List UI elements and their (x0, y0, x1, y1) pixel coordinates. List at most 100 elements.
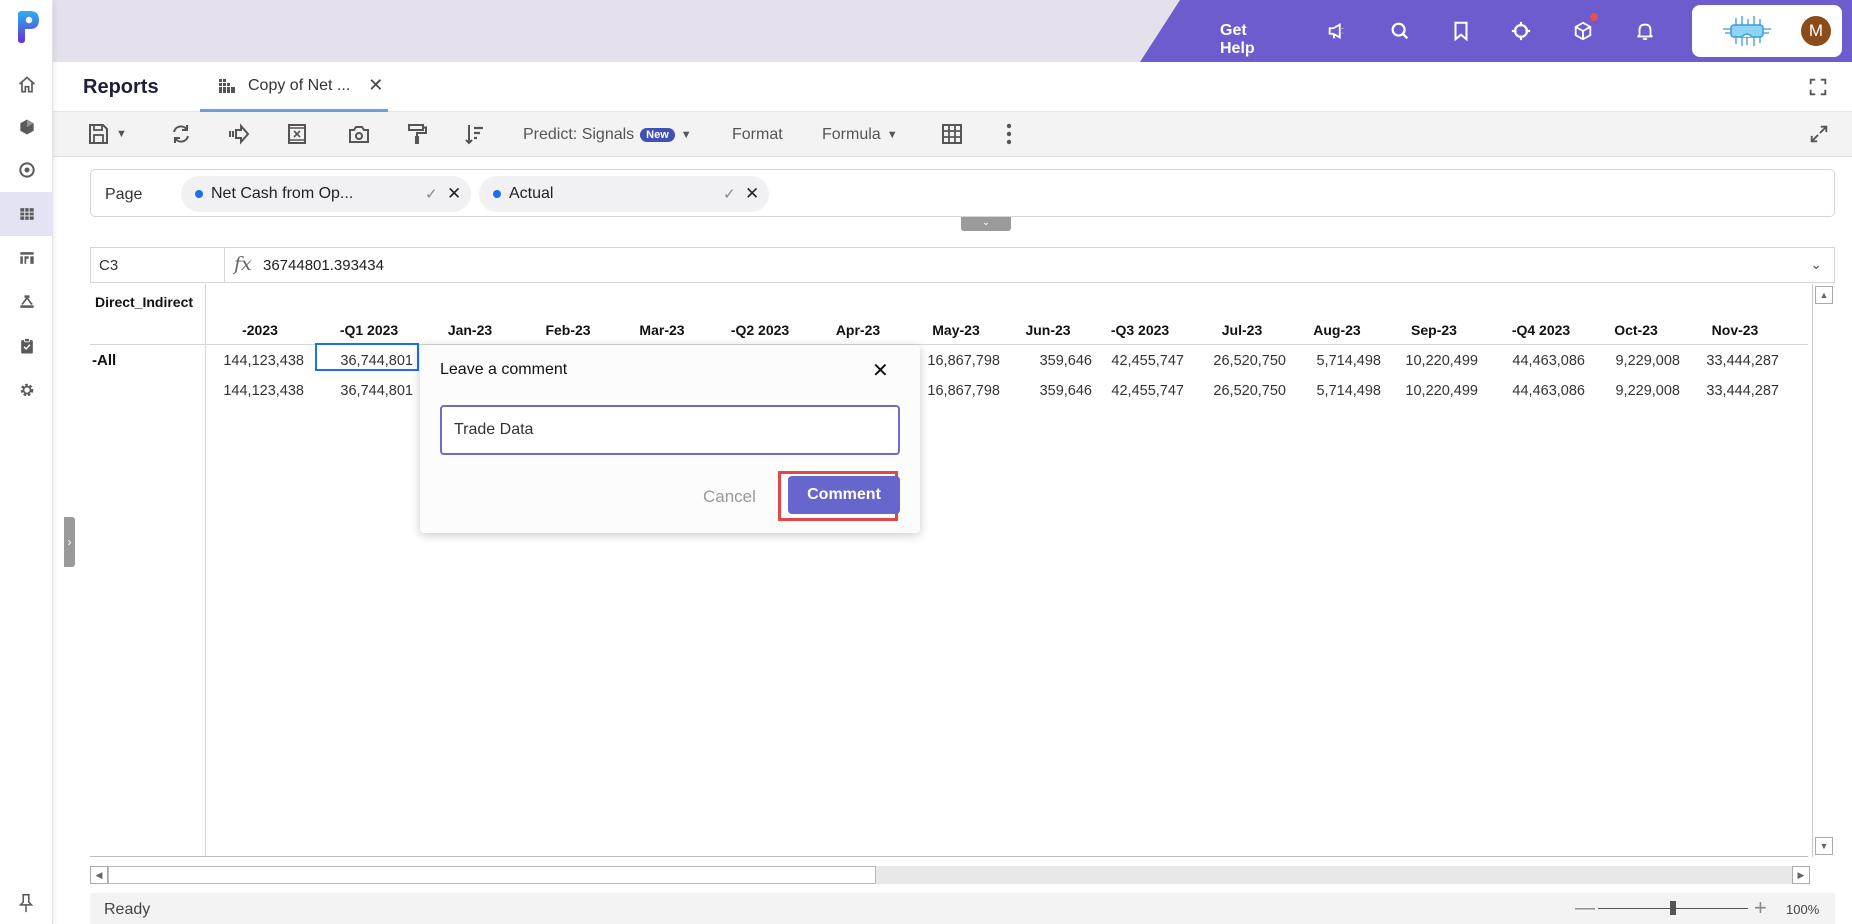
cancel-button[interactable]: Cancel (703, 487, 756, 507)
nav-dashboards[interactable] (0, 236, 53, 280)
fullscreen-icon[interactable] (1807, 76, 1829, 98)
chevron-down-icon: ▼ (886, 129, 898, 141)
side-panel-expander[interactable]: › (64, 517, 75, 567)
horizontal-scroll-thumb[interactable] (108, 866, 876, 884)
grid-cell[interactable]: 26,520,750 (1186, 383, 1286, 399)
cell-reference[interactable]: C3 (91, 248, 225, 282)
refresh-button[interactable] (169, 122, 193, 146)
column-header[interactable]: -2023 (212, 322, 308, 338)
grid-cell[interactable]: 33,444,287 (1679, 383, 1779, 399)
avatar[interactable]: M (1801, 16, 1831, 46)
column-header[interactable]: Mar-23 (614, 322, 710, 338)
notifications-button[interactable] (1632, 18, 1658, 44)
collapse-filter-handle[interactable]: ⌄ (961, 217, 1011, 231)
nav-home[interactable] (0, 63, 53, 107)
check-icon[interactable]: ✓ (723, 185, 736, 203)
column-header[interactable]: -Q2 2023 (712, 322, 808, 338)
grid-cell[interactable]: 33,444,287 (1679, 353, 1779, 369)
column-header[interactable]: Jul-23 (1194, 322, 1290, 338)
column-header[interactable]: Jan-23 (422, 322, 518, 338)
formula-input[interactable]: 36744801.393434 (263, 257, 384, 274)
grid-cell[interactable]: 359,646 (992, 353, 1092, 369)
grid-cell[interactable]: 144,123,438 (204, 353, 304, 369)
search-button[interactable] (1387, 18, 1413, 44)
grid-cell[interactable]: 10,220,499 (1378, 353, 1478, 369)
remove-chip-icon[interactable]: ✕ (447, 184, 461, 204)
grid-cell[interactable]: 42,455,747 (1084, 383, 1184, 399)
format-menu[interactable]: Format (732, 126, 783, 144)
nav-goals[interactable] (0, 148, 53, 192)
column-header[interactable]: -Q3 2023 (1092, 322, 1188, 338)
formula-menu[interactable]: Formula ▼ (822, 126, 898, 144)
nav-models[interactable] (0, 105, 53, 149)
comment-input[interactable] (440, 405, 900, 455)
column-header[interactable]: Sep-23 (1386, 322, 1482, 338)
horizontal-scrollbar[interactable]: ◀ ▶ (90, 866, 1810, 884)
scroll-right-button[interactable]: ▶ (1792, 866, 1810, 884)
pin-icon[interactable] (15, 892, 37, 914)
scroll-up-button[interactable]: ▲ (1815, 286, 1833, 304)
tab-report[interactable]: Copy of Net ... ✕ (200, 62, 388, 112)
chevron-down-icon[interactable]: ⌄ (1810, 256, 1822, 273)
comment-submit-button[interactable]: Comment (788, 476, 900, 514)
format-painter-button[interactable] (405, 122, 429, 146)
nav-hierarchy[interactable] (0, 280, 53, 324)
filter-chip-scenario[interactable]: Actual ✓ ✕ (479, 176, 769, 212)
grid-cell[interactable]: 44,463,086 (1485, 383, 1585, 399)
grid-cell[interactable]: 26,520,750 (1186, 353, 1286, 369)
packages-button[interactable] (1570, 18, 1596, 44)
tab-close-icon[interactable]: ✕ (368, 75, 383, 96)
snapshot-button[interactable] (347, 122, 371, 146)
save-button[interactable]: ▼ (86, 122, 127, 146)
export-button[interactable] (227, 122, 251, 146)
column-header[interactable]: Aug-23 (1289, 322, 1385, 338)
nav-reports[interactable] (0, 192, 53, 236)
column-header[interactable]: Oct-23 (1588, 322, 1684, 338)
remove-chip-icon[interactable]: ✕ (745, 184, 759, 204)
zoom-in-button[interactable]: + (1754, 895, 1767, 921)
grid-cell[interactable]: 5,714,498 (1281, 383, 1381, 399)
column-header[interactable]: Nov-23 (1687, 322, 1783, 338)
grid-cell[interactable]: 9,229,008 (1580, 383, 1680, 399)
predict-signals-menu[interactable]: Predict: Signals New ▼ (523, 126, 692, 144)
refresh-icon (173, 125, 189, 143)
zoom-slider-thumb[interactable] (1670, 901, 1676, 915)
column-header[interactable]: Apr-23 (810, 322, 906, 338)
column-header[interactable]: -Q4 2023 (1493, 322, 1589, 338)
get-help-link[interactable]: Get Help (1220, 22, 1255, 58)
nav-tasks[interactable] (0, 324, 53, 368)
scroll-down-button[interactable]: ▼ (1815, 837, 1833, 855)
vertical-scrollbar[interactable]: ▲ ▼ (1812, 284, 1834, 857)
grid-cell[interactable]: 10,220,499 (1378, 383, 1478, 399)
row-header[interactable]: -All (92, 352, 116, 369)
column-header[interactable]: -Q1 2023 (321, 322, 417, 338)
check-icon[interactable]: ✓ (425, 185, 438, 203)
more-options-button[interactable] (997, 122, 1021, 146)
expand-icon[interactable] (1808, 123, 1830, 145)
nav-settings[interactable] (0, 368, 53, 412)
grid-cell[interactable]: 5,714,498 (1281, 353, 1381, 369)
grid-view-button[interactable] (940, 122, 964, 146)
announcements-button[interactable] (1324, 18, 1350, 44)
column-header[interactable]: Jun-23 (1000, 322, 1096, 338)
save-dropdown-icon[interactable]: ▼ (116, 128, 127, 140)
grid-cell[interactable]: 44,463,086 (1485, 353, 1585, 369)
grid-cell[interactable]: 9,229,008 (1580, 353, 1680, 369)
focus-button[interactable] (1508, 18, 1534, 44)
sort-button[interactable] (463, 122, 487, 146)
clear-formula-button[interactable] (285, 122, 309, 146)
bookmarks-button[interactable] (1448, 18, 1474, 44)
grid-cell[interactable]: 42,455,747 (1084, 353, 1184, 369)
close-icon[interactable]: ✕ (872, 358, 889, 383)
column-header[interactable]: May-23 (908, 322, 1004, 338)
column-header[interactable]: Feb-23 (520, 322, 616, 338)
filter-chip-measure[interactable]: Net Cash from Op... ✓ ✕ (181, 176, 471, 212)
chip-label: Net Cash from Op... (211, 185, 354, 202)
zoom-out-button[interactable]: — (1575, 897, 1595, 920)
app-logo-icon[interactable] (15, 10, 41, 44)
grid-cell[interactable]: 144,123,438 (204, 383, 304, 399)
scroll-left-button[interactable]: ◀ (90, 866, 108, 884)
grid-cell[interactable]: 36,744,801 (313, 383, 413, 399)
chip-dot (493, 190, 501, 198)
grid-cell[interactable]: 359,646 (992, 383, 1092, 399)
